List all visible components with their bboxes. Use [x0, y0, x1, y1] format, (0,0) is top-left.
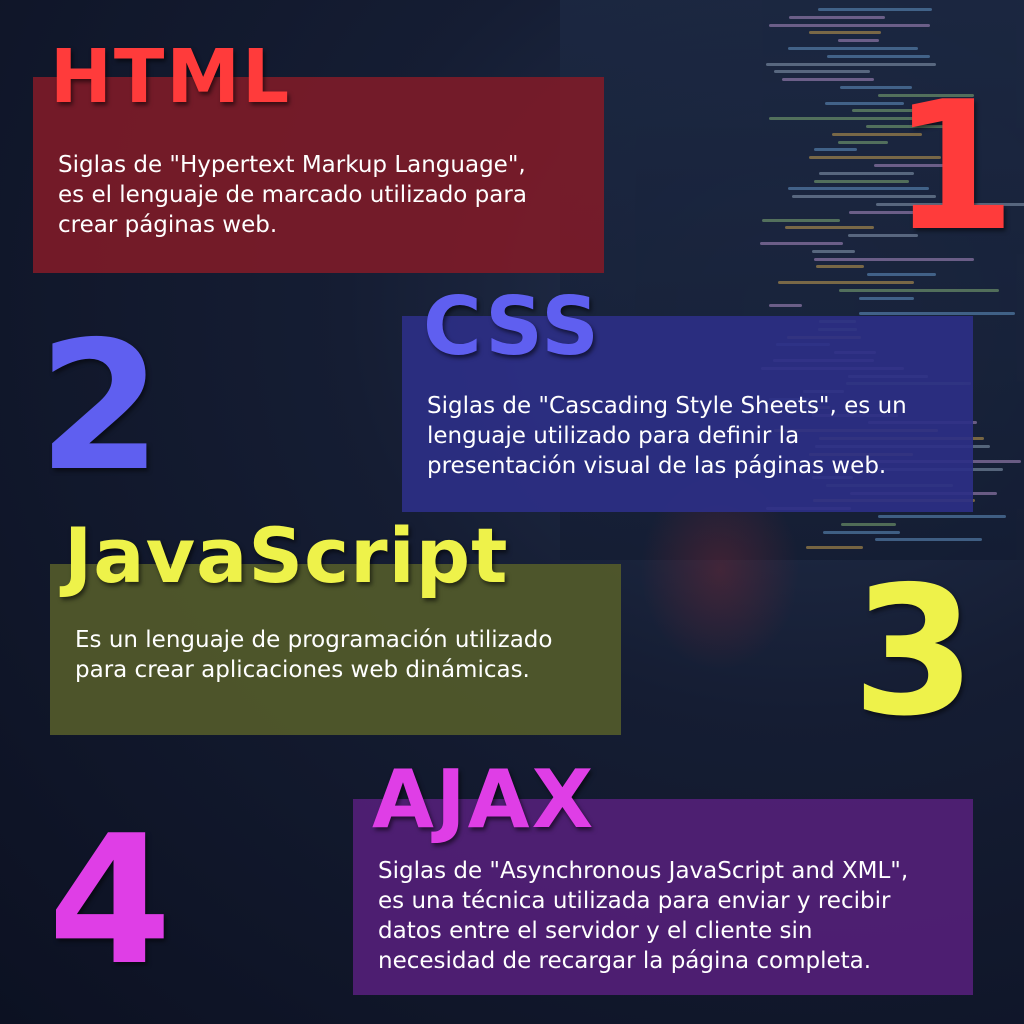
code-line-decoration [841, 522, 896, 526]
number-four: 4 [48, 797, 172, 1004]
code-line-decoration [839, 288, 999, 292]
code-line-decoration [762, 218, 840, 222]
javascript-title: JavaScript [64, 511, 509, 600]
html-description: Siglas de "Hypertext Markup Language", e… [58, 152, 527, 238]
code-line-decoration [878, 515, 1006, 518]
code-line-decoration [823, 530, 900, 534]
code-line-decoration [875, 538, 982, 542]
code-line-decoration [809, 31, 881, 35]
number-two: 2 [38, 303, 162, 510]
code-line-decoration [827, 54, 930, 58]
css-description: Siglas de "Cascading Style Sheets", es u… [427, 393, 907, 479]
code-line-decoration [859, 296, 914, 300]
code-line-decoration [774, 70, 870, 74]
ajax-title: AJAX [372, 753, 596, 846]
ajax-description: Siglas de "Asynchronous JavaScript and X… [378, 858, 909, 974]
code-line-decoration [814, 148, 857, 152]
code-line-decoration [789, 15, 885, 19]
css-title: CSS [423, 280, 601, 373]
code-line-decoration [760, 242, 843, 245]
number-three: 3 [852, 548, 976, 755]
code-line-decoration [818, 8, 932, 11]
code-line-decoration [769, 23, 930, 27]
infographic-canvas: HTML Siglas de "Hypertext Markup Languag… [0, 0, 1024, 1024]
html-title: HTML [50, 34, 292, 120]
code-line-decoration [812, 249, 855, 253]
number-one: 1 [892, 63, 1016, 270]
code-line-decoration [788, 47, 918, 50]
code-line-decoration [769, 304, 802, 308]
code-line-decoration [782, 78, 874, 82]
code-line-decoration [778, 281, 914, 284]
code-line-decoration [785, 226, 874, 230]
code-line-decoration [867, 273, 936, 277]
code-line-decoration [816, 265, 864, 269]
code-line-decoration [859, 312, 1015, 316]
code-line-decoration [838, 140, 888, 144]
javascript-description: Es un lenguaje de programación utilizado… [75, 627, 553, 683]
code-line-decoration [838, 39, 879, 43]
